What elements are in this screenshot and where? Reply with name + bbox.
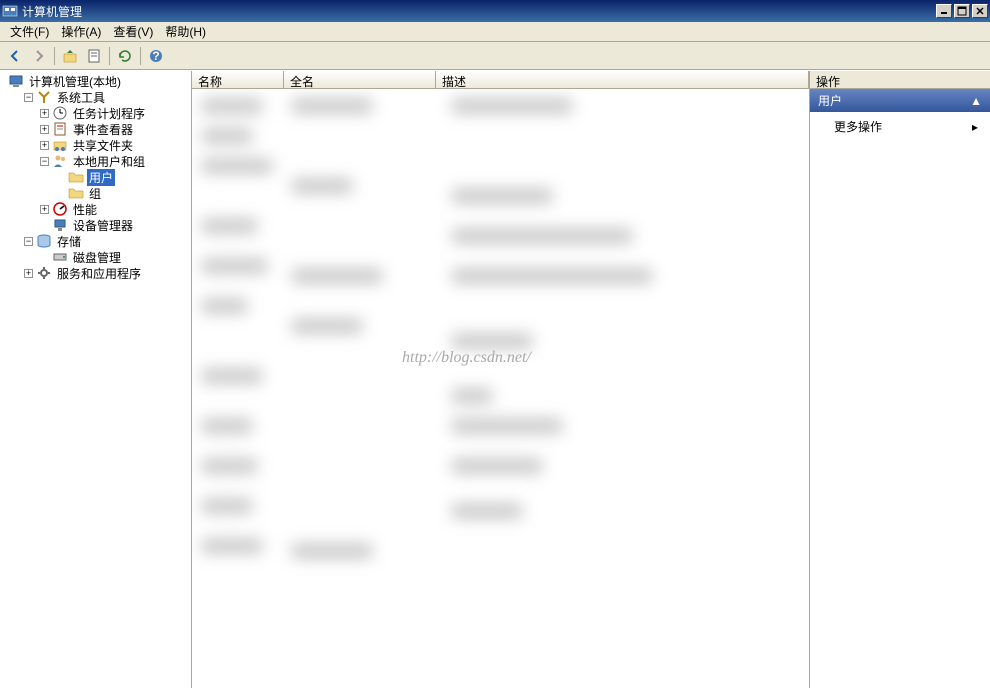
- redacted-content: [192, 89, 809, 688]
- expand-icon[interactable]: +: [24, 269, 33, 278]
- tree-label: 存储: [55, 233, 83, 250]
- tree-label: 系统工具: [55, 89, 107, 106]
- performance-icon: [52, 201, 68, 217]
- tree-label: 组: [87, 185, 103, 202]
- column-fullname[interactable]: 全名: [284, 71, 436, 88]
- column-description[interactable]: 描述: [436, 71, 809, 88]
- clock-icon: [52, 105, 68, 121]
- tree-label: 磁盘管理: [71, 249, 123, 266]
- expand-icon[interactable]: +: [40, 141, 49, 150]
- action-section-label: 用户: [818, 92, 842, 109]
- event-icon: [52, 121, 68, 137]
- device-icon: [52, 217, 68, 233]
- tree-label: 任务计划程序: [71, 105, 147, 122]
- tree-label: 共享文件夹: [71, 137, 135, 154]
- action-header: 操作: [810, 71, 990, 89]
- services-icon: [36, 265, 52, 281]
- toolbar-separator: [54, 47, 55, 65]
- collapse-icon[interactable]: −: [24, 237, 33, 246]
- properties-button[interactable]: [83, 45, 105, 67]
- tree-shared-folders[interactable]: + 共享文件夹: [2, 137, 189, 153]
- menu-action[interactable]: 操作(A): [55, 21, 107, 42]
- toolbar: ?: [0, 42, 990, 70]
- list-pane: 名称 全名 描述: [192, 71, 810, 688]
- tree-groups[interactable]: 组: [2, 185, 189, 201]
- arrow-right-icon: ▸: [972, 120, 978, 134]
- tree-label: 本地用户和组: [71, 153, 147, 170]
- main-content: 计算机管理(本地) − 系统工具 + 任务计划程序 + 事件查看器 + 共享文件…: [0, 70, 990, 688]
- users-icon: [52, 153, 68, 169]
- window-controls: [936, 4, 988, 18]
- up-button[interactable]: [59, 45, 81, 67]
- maximize-button[interactable]: [954, 4, 970, 18]
- expand-icon[interactable]: +: [40, 125, 49, 134]
- tree-label: 服务和应用程序: [55, 265, 143, 282]
- menu-help[interactable]: 帮助(H): [159, 21, 212, 42]
- folder-icon: [68, 185, 84, 201]
- tools-icon: [36, 89, 52, 105]
- tree-event-viewer[interactable]: + 事件查看器: [2, 121, 189, 137]
- shared-folder-icon: [52, 137, 68, 153]
- folder-icon: [68, 169, 84, 185]
- tree-label: 事件查看器: [71, 121, 135, 138]
- window-title: 计算机管理: [22, 3, 936, 20]
- collapse-arrow-icon: ▲: [970, 94, 982, 108]
- tree-system-tools[interactable]: − 系统工具: [2, 89, 189, 105]
- refresh-button[interactable]: [114, 45, 136, 67]
- tree-pane[interactable]: 计算机管理(本地) − 系统工具 + 任务计划程序 + 事件查看器 + 共享文件…: [0, 71, 192, 688]
- tree-storage[interactable]: − 存储: [2, 233, 189, 249]
- tree-label: 性能: [71, 201, 99, 218]
- expand-icon[interactable]: +: [40, 205, 49, 214]
- list-header: 名称 全名 描述: [192, 71, 809, 89]
- svg-text:?: ?: [152, 49, 159, 63]
- storage-icon: [36, 233, 52, 249]
- collapse-icon[interactable]: −: [40, 157, 49, 166]
- disk-icon: [52, 249, 68, 265]
- minimize-button[interactable]: [936, 4, 952, 18]
- tree-performance[interactable]: + 性能: [2, 201, 189, 217]
- menu-file[interactable]: 文件(F): [4, 21, 55, 42]
- tree-label: 计算机管理(本地): [27, 73, 123, 90]
- help-button[interactable]: ?: [145, 45, 167, 67]
- action-section-users[interactable]: 用户 ▲: [810, 89, 990, 112]
- expand-icon[interactable]: +: [40, 109, 49, 118]
- tree-task-scheduler[interactable]: + 任务计划程序: [2, 105, 189, 121]
- menubar: 文件(F) 操作(A) 查看(V) 帮助(H): [0, 22, 990, 42]
- menu-view[interactable]: 查看(V): [107, 21, 159, 42]
- toolbar-separator: [140, 47, 141, 65]
- tree-services-apps[interactable]: + 服务和应用程序: [2, 265, 189, 281]
- window-titlebar: 计算机管理: [0, 0, 990, 22]
- tree-local-users[interactable]: − 本地用户和组: [2, 153, 189, 169]
- tree-users[interactable]: 用户: [2, 169, 189, 185]
- tree-root[interactable]: 计算机管理(本地): [2, 73, 189, 89]
- computer-icon: [8, 73, 24, 89]
- action-pane: 操作 用户 ▲ 更多操作 ▸: [810, 71, 990, 688]
- tree-device-manager[interactable]: 设备管理器: [2, 217, 189, 233]
- action-item-label: 更多操作: [834, 118, 882, 135]
- toolbar-separator: [109, 47, 110, 65]
- action-more[interactable]: 更多操作 ▸: [810, 112, 990, 141]
- tree-disk-management[interactable]: 磁盘管理: [2, 249, 189, 265]
- collapse-icon[interactable]: −: [24, 93, 33, 102]
- column-name[interactable]: 名称: [192, 71, 284, 88]
- close-button[interactable]: [972, 4, 988, 18]
- tree-label: 用户: [87, 169, 115, 186]
- app-icon: [2, 3, 18, 19]
- tree-label: 设备管理器: [71, 217, 135, 234]
- list-body[interactable]: http://blog.csdn.net/: [192, 89, 809, 688]
- forward-button[interactable]: [28, 45, 50, 67]
- back-button[interactable]: [4, 45, 26, 67]
